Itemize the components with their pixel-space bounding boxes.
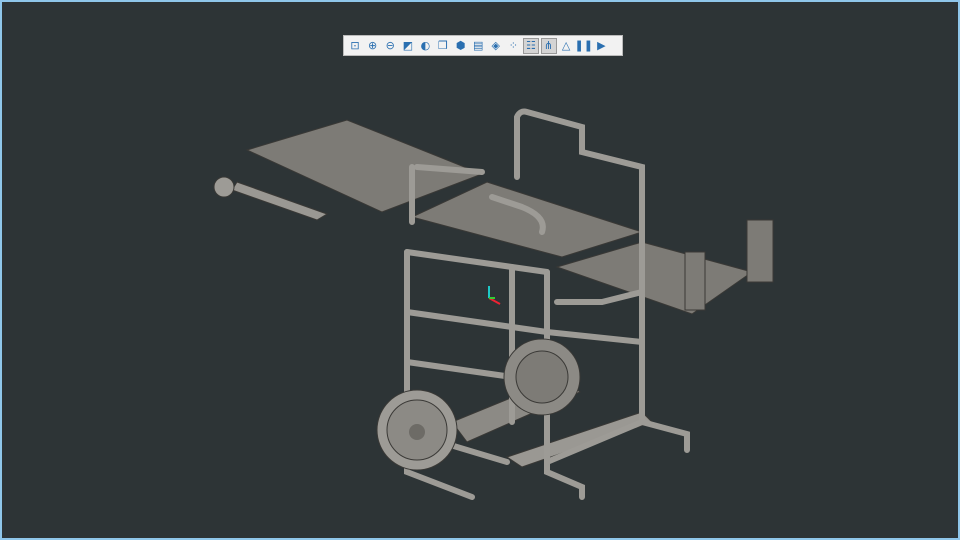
side-panel-foot bbox=[684, 219, 774, 311]
assembly-structure-icon: ⋔ bbox=[543, 39, 554, 52]
shading-button[interactable]: ◩ bbox=[400, 38, 416, 54]
view-cube-button[interactable]: ❒ bbox=[435, 38, 451, 54]
section-icon: ◈ bbox=[491, 39, 500, 52]
view-cube-icon: ❒ bbox=[438, 39, 448, 52]
pause-icon: ❚❚ bbox=[574, 39, 593, 52]
axis-triad-icon bbox=[488, 286, 501, 305]
standard-views-button[interactable]: ⬢ bbox=[453, 38, 469, 54]
head-knob bbox=[213, 176, 235, 198]
zoom-out-icon: ⊖ bbox=[385, 39, 395, 52]
pause-button[interactable]: ❚❚ bbox=[574, 38, 593, 54]
zoom-fit-icon: ⊡ bbox=[350, 39, 360, 52]
lower-tray bbox=[505, 411, 653, 468]
zoom-in-button[interactable]: ⊕ bbox=[365, 38, 381, 54]
screenshot-button[interactable]: ▤ bbox=[470, 38, 486, 54]
footrest bbox=[231, 181, 329, 221]
wheel-rear bbox=[503, 338, 581, 416]
model-tree-button[interactable]: ☷ bbox=[522, 37, 539, 54]
presentation-button[interactable]: ▶ bbox=[593, 38, 609, 54]
zoom-fit-button[interactable]: ⊡ bbox=[347, 38, 363, 54]
measure-icon: △ bbox=[561, 39, 571, 52]
standard-views-icon: ⬢ bbox=[455, 39, 466, 52]
zoom-in-icon: ⊕ bbox=[367, 39, 378, 52]
wheel-front bbox=[376, 389, 458, 471]
zoom-out-button[interactable]: ⊖ bbox=[382, 38, 398, 54]
3d-viewport[interactable]: ⊡ ⊕ ⊖ ◩ ◐ ❒ ⬢ ▤ ◈ ⁘ ☷ ⋔ △ ❚❚ ▶ bbox=[0, 0, 960, 540]
screenshot-icon: ▤ bbox=[472, 39, 484, 52]
assembly-structure-button[interactable]: ⋔ bbox=[540, 37, 557, 54]
explode-icon: ⁘ bbox=[508, 39, 518, 52]
stretcher-cart-model[interactable] bbox=[2, 2, 958, 538]
presentation-icon: ▶ bbox=[597, 39, 606, 52]
center-board bbox=[410, 181, 644, 258]
render-mode-icon: ◐ bbox=[420, 39, 431, 52]
model-tree-icon: ☷ bbox=[526, 39, 536, 52]
shading-icon: ◩ bbox=[402, 39, 413, 52]
render-mode-button[interactable]: ◐ bbox=[417, 38, 433, 54]
section-button[interactable]: ◈ bbox=[488, 38, 504, 54]
measure-button[interactable]: △ bbox=[558, 38, 574, 54]
explode-button[interactable]: ⁘ bbox=[505, 38, 521, 54]
viewer-toolbar: ⊡ ⊕ ⊖ ◩ ◐ ❒ ⬢ ▤ ◈ ⁘ ☷ ⋔ △ ❚❚ ▶ bbox=[343, 35, 623, 56]
